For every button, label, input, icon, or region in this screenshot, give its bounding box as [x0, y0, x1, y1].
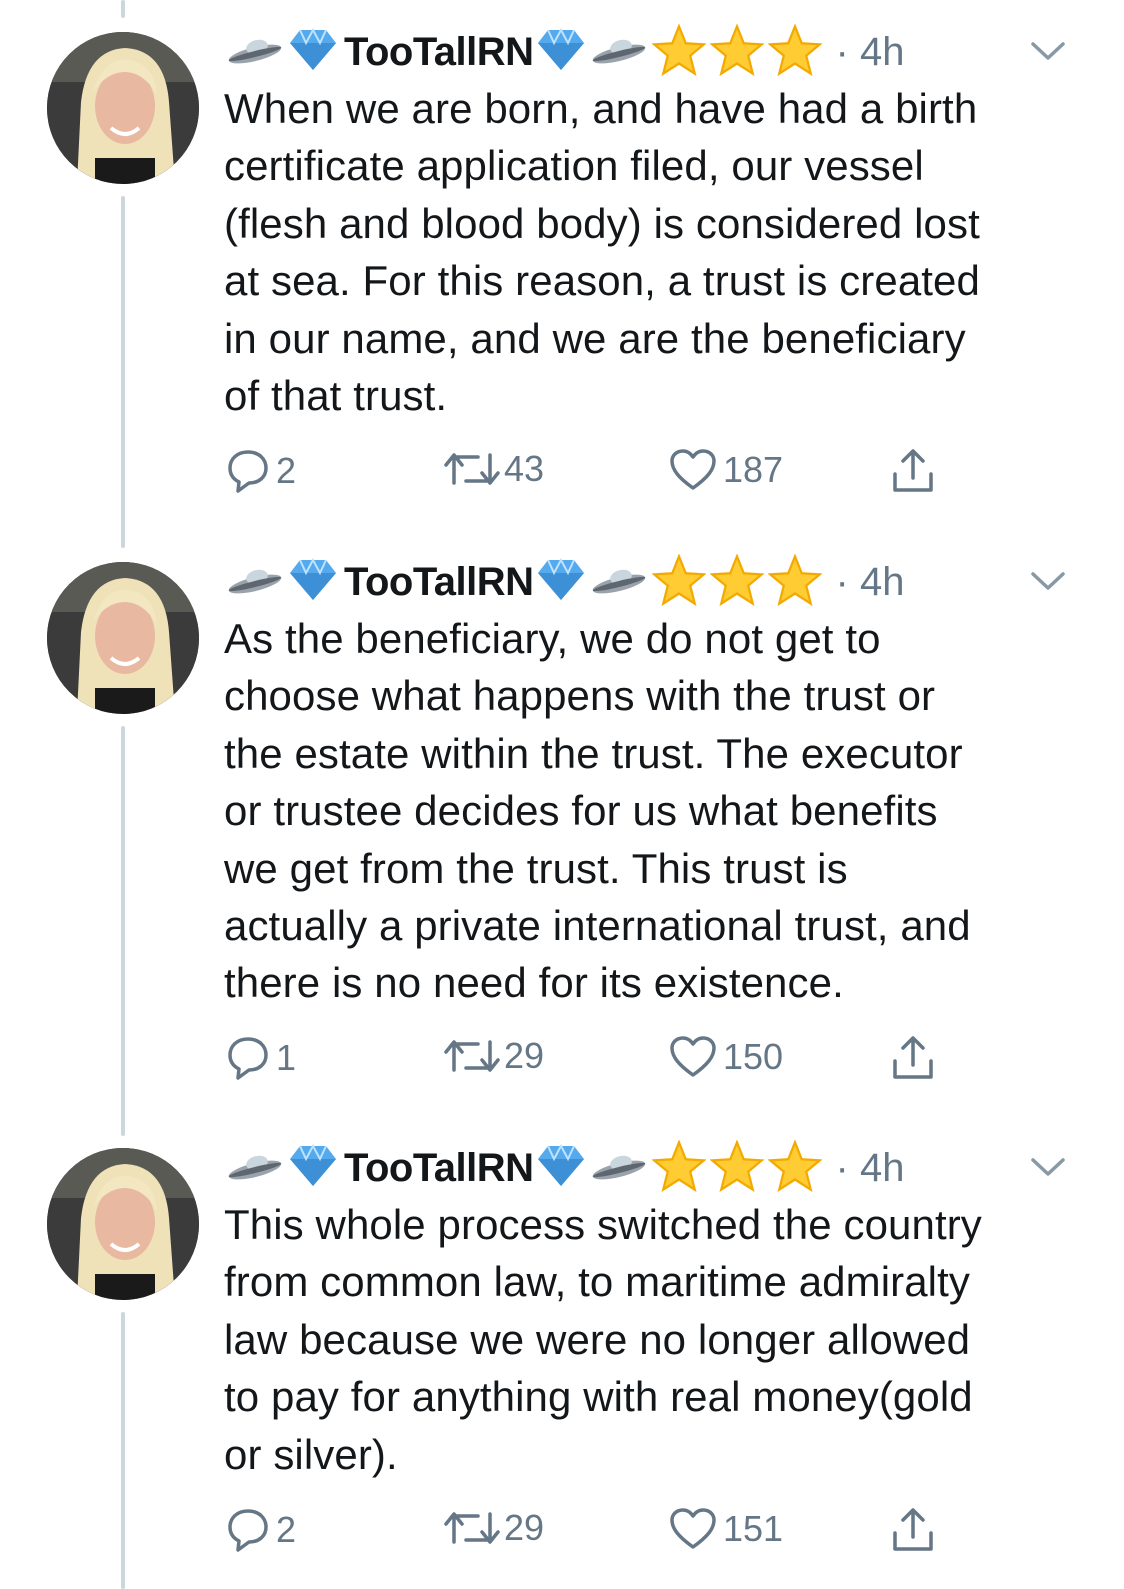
retweet-count: 43 [504, 448, 545, 489]
timestamp[interactable]: · 4h [836, 1146, 905, 1191]
gem-icon [536, 1143, 586, 1193]
ufo-icon [226, 1148, 284, 1189]
star-icon [650, 552, 707, 611]
thread-connector [121, 726, 125, 1136]
like-count: 187 [723, 449, 784, 490]
star-icon [766, 1138, 823, 1197]
retweet-button[interactable]: 29 [442, 1035, 544, 1077]
share-icon [893, 1508, 933, 1551]
reply-count: 2 [276, 450, 297, 491]
chevron-down-icon[interactable] [1030, 570, 1066, 597]
timestamp[interactable]: · 4h [836, 30, 905, 75]
like-icon [670, 1508, 716, 1549]
star-icon [708, 22, 765, 81]
avatar[interactable] [47, 562, 199, 714]
gem-icon [536, 27, 586, 77]
tweet-text: When we are born, and have had a birth c… [224, 85, 980, 420]
like-count: 151 [723, 1508, 784, 1549]
like-button[interactable]: 151 [669, 1507, 783, 1551]
thread-connector [121, 1312, 125, 1589]
star-icon [650, 1138, 707, 1197]
chevron-down-icon[interactable] [1030, 1156, 1066, 1183]
timestamp[interactable]: · 4h [836, 560, 905, 605]
tweet-header: TooTallRN · 4h [226, 22, 904, 82]
chevron-down-icon[interactable] [1030, 40, 1066, 67]
avatar[interactable] [47, 32, 199, 184]
retweet-icon [444, 453, 500, 485]
reply-button[interactable]: 2 [226, 448, 296, 494]
username[interactable]: TooTallRN [344, 560, 534, 605]
tweet-text: This whole process switched the country … [224, 1201, 982, 1478]
share-icon [893, 1036, 933, 1079]
retweet-icon [444, 1512, 500, 1544]
reply-button[interactable]: 1 [226, 1035, 296, 1081]
tweet-text: As the beneficiary, we do not get to cho… [224, 615, 971, 1007]
ufo-icon [226, 32, 284, 73]
ufo-icon [226, 562, 284, 603]
reply-icon [228, 1037, 268, 1080]
thread-connector [121, 0, 125, 18]
share-button[interactable] [890, 1035, 936, 1081]
username[interactable]: TooTallRN [344, 30, 534, 75]
reply-count: 2 [276, 1509, 297, 1550]
tweet-actions: 2 29 151 [226, 1507, 946, 1557]
like-button[interactable]: 150 [669, 1035, 783, 1079]
retweet-count: 29 [504, 1507, 545, 1548]
retweet-button[interactable]: 43 [442, 448, 544, 490]
ufo-icon [590, 1148, 648, 1189]
username[interactable]: TooTallRN [344, 1146, 534, 1191]
share-button[interactable] [890, 1507, 936, 1553]
thread-connector [121, 196, 125, 548]
gem-icon [288, 27, 338, 77]
reply-icon [228, 1509, 268, 1552]
star-icon [766, 552, 823, 611]
share-icon [893, 449, 933, 492]
gem-icon [536, 557, 586, 607]
tweet-header: TooTallRN · 4h [226, 552, 904, 612]
retweet-count: 29 [504, 1035, 545, 1076]
star-icon [650, 22, 707, 81]
ufo-icon [590, 562, 648, 603]
like-button[interactable]: 187 [669, 448, 783, 492]
like-icon [670, 449, 716, 490]
reply-count: 1 [276, 1037, 297, 1078]
tweet-actions: 1 29 150 [226, 1035, 946, 1085]
gem-icon [288, 1143, 338, 1193]
retweet-button[interactable]: 29 [442, 1507, 544, 1549]
gem-icon [288, 557, 338, 607]
star-icon [766, 22, 823, 81]
reply-button[interactable]: 2 [226, 1507, 296, 1553]
share-button[interactable] [890, 448, 936, 494]
star-icon [708, 552, 765, 611]
ufo-icon [590, 32, 648, 73]
retweet-icon [444, 1040, 500, 1072]
like-count: 150 [723, 1036, 784, 1077]
like-icon [670, 1036, 716, 1077]
star-icon [708, 1138, 765, 1197]
tweet-header: TooTallRN · 4h [226, 1138, 904, 1198]
avatar[interactable] [47, 1148, 199, 1300]
tweet-actions: 2 43 187 [226, 448, 946, 498]
reply-icon [228, 450, 268, 493]
